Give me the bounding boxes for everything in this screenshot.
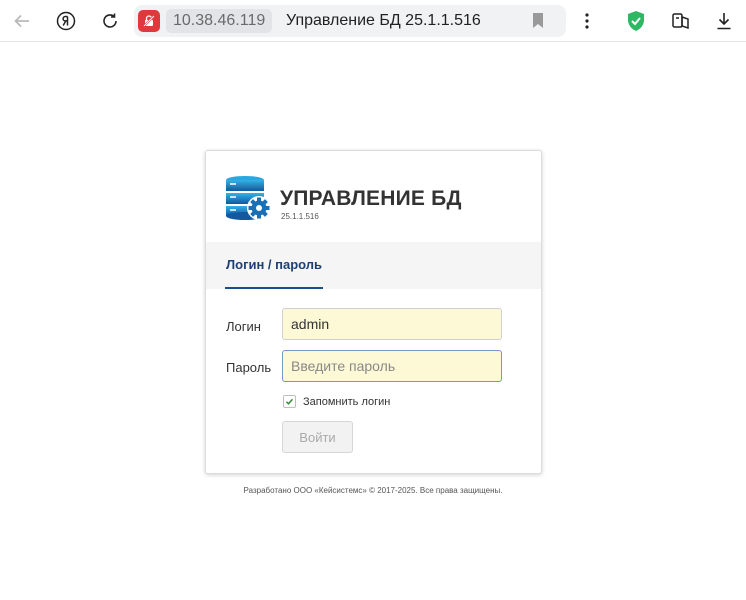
app-title: УПРАВЛЕНИЕ БД	[280, 187, 462, 210]
collections-icon[interactable]	[670, 10, 692, 32]
password-label: Пароль	[226, 360, 272, 375]
browser-toolbar: 10.38.46.119 Управление БД 25.1.1.516	[0, 0, 746, 42]
copyright-footer: Разработано ООО «Кейсистемс» © 2017-2025…	[243, 486, 503, 495]
login-card: УПРАВЛЕНИЕ БД 25.1.1.516 Логин / пароль …	[205, 150, 542, 474]
url-host[interactable]: 10.38.46.119	[166, 9, 273, 33]
protect-shield-icon[interactable]	[625, 10, 647, 32]
yandex-icon[interactable]	[55, 10, 77, 32]
tab-login-password[interactable]: Логин / пароль	[225, 242, 324, 289]
login-button[interactable]: Войти	[282, 421, 353, 453]
insecure-lock-icon[interactable]	[138, 10, 160, 32]
remember-label: Запомнить логин	[303, 395, 391, 408]
more-menu-icon[interactable]	[576, 10, 598, 32]
remember-checkbox[interactable]	[283, 395, 296, 408]
login-label: Логин	[226, 319, 261, 334]
app-version: 25.1.1.516	[281, 212, 319, 221]
bookmark-icon[interactable]	[531, 12, 545, 35]
auth-tabs: Логин / пароль	[206, 242, 541, 289]
address-bar[interactable]: 10.38.46.119 Управление БД 25.1.1.516	[134, 5, 566, 37]
password-input[interactable]	[282, 350, 502, 382]
download-icon[interactable]	[713, 10, 735, 32]
login-input[interactable]	[282, 308, 502, 340]
database-settings-icon	[225, 175, 273, 226]
remember-login[interactable]: Запомнить логин	[283, 395, 390, 408]
checkmark-icon	[285, 398, 294, 405]
reload-icon[interactable]	[99, 10, 121, 32]
tab-title: Управление БД 25.1.1.516	[286, 12, 481, 29]
back-arrow-icon[interactable]	[11, 10, 33, 32]
